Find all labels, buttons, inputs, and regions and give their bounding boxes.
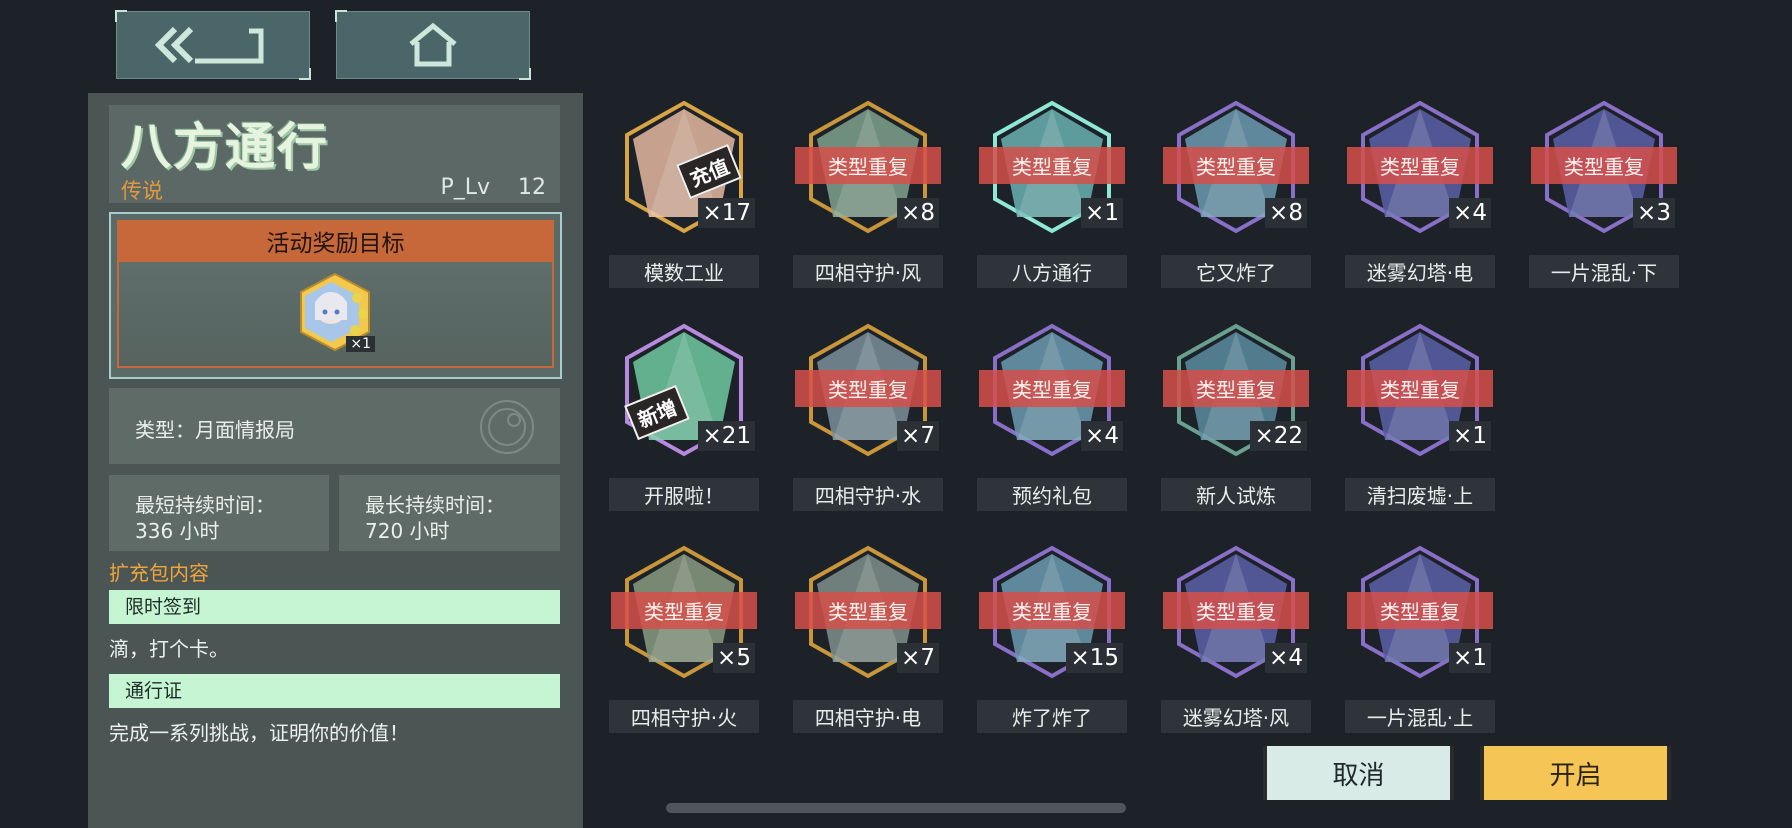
card-name: 迷雾幻塔·风 bbox=[1161, 700, 1311, 733]
content-desc: 滴，打个卡。 bbox=[109, 637, 229, 661]
plv-label: P_Lv bbox=[440, 175, 490, 200]
duplicate-type-banner: 类型重复 bbox=[979, 370, 1125, 407]
double-chevron-left-icon bbox=[154, 26, 264, 64]
pack-contents-title: 扩充包内容 bbox=[109, 561, 209, 585]
pack-card[interactable]: 一片混乱·下 ×3 类型重复 bbox=[1529, 95, 1679, 295]
card-name: 一片混乱·下 bbox=[1529, 255, 1679, 288]
duplicate-type-banner: 类型重复 bbox=[1347, 592, 1493, 629]
card-name: 迷雾幻塔·电 bbox=[1345, 255, 1495, 288]
duplicate-type-banner: 类型重复 bbox=[795, 592, 941, 629]
pack-card[interactable]: 迷雾幻塔·电 ×4 类型重复 bbox=[1345, 95, 1495, 295]
max-duration: 最长持续时间： 720 小时 bbox=[339, 475, 560, 551]
horizontal-scrollbar[interactable] bbox=[666, 803, 1126, 813]
card-count: ×7 bbox=[897, 421, 939, 451]
pack-card[interactable]: 清扫废墟·上 ×1 类型重复 bbox=[1345, 318, 1495, 518]
cancel-button[interactable]: 取消 bbox=[1263, 746, 1454, 800]
pack-card[interactable]: 一片混乱·上 ×1 类型重复 bbox=[1345, 540, 1495, 740]
pack-detail-panel: 八方通行 传说 P_Lv 12 活动奖励目标 ×1 类型：月面情报局 最短持续时… bbox=[88, 93, 583, 828]
pack-card[interactable]: 迷雾幻塔·风 ×4 类型重复 bbox=[1161, 540, 1311, 740]
reward-avatar[interactable]: ×1 bbox=[297, 272, 375, 352]
card-count: ×5 bbox=[713, 643, 755, 673]
pack-card[interactable]: 四相守护·风 ×8 类型重复 bbox=[793, 95, 943, 295]
duplicate-type-banner: 类型重复 bbox=[1347, 147, 1493, 184]
pack-card[interactable]: 预约礼包 ×4 类型重复 bbox=[977, 318, 1127, 518]
rarity-label: 传说 bbox=[121, 179, 163, 203]
card-count: ×1 bbox=[1449, 421, 1491, 451]
max-duration-value: 720 小时 bbox=[365, 519, 450, 543]
pack-card[interactable]: 四相守护·火 ×5 类型重复 bbox=[609, 540, 759, 740]
type-info: 类型：月面情报局 bbox=[109, 388, 560, 464]
card-count: ×21 bbox=[698, 421, 755, 451]
duplicate-type-banner: 类型重复 bbox=[611, 592, 757, 629]
type-label: 类型：月面情报局 bbox=[135, 418, 295, 442]
card-count: ×1 bbox=[1081, 198, 1123, 228]
min-duration: 最短持续时间： 336 小时 bbox=[109, 475, 329, 551]
card-count: ×7 bbox=[897, 643, 939, 673]
duplicate-type-banner: 类型重复 bbox=[1163, 147, 1309, 184]
content-tag: 通行证 bbox=[109, 674, 560, 708]
content-tag: 限时签到 bbox=[109, 590, 560, 624]
pack-card[interactable]: 新人试炼 ×22 类型重复 bbox=[1161, 318, 1311, 518]
plv-value: 12 bbox=[518, 175, 546, 200]
open-button[interactable]: 开启 bbox=[1480, 746, 1671, 800]
card-count: ×15 bbox=[1066, 643, 1123, 673]
card-name: 预约礼包 bbox=[977, 478, 1127, 511]
pack-card[interactable]: 模数工业 ×17 充值 bbox=[609, 95, 759, 295]
pack-card[interactable]: 四相守护·水 ×7 类型重复 bbox=[793, 318, 943, 518]
home-button[interactable] bbox=[335, 10, 531, 80]
pack-card[interactable]: 四相守护·电 ×7 类型重复 bbox=[793, 540, 943, 740]
card-count: ×8 bbox=[1265, 198, 1307, 228]
min-duration-label: 最短持续时间： bbox=[135, 493, 275, 517]
pack-card[interactable]: 八方通行 ×1 类型重复 bbox=[977, 95, 1127, 295]
home-icon bbox=[409, 22, 457, 67]
card-count: ×4 bbox=[1265, 643, 1307, 673]
duplicate-type-banner: 类型重复 bbox=[1347, 370, 1493, 407]
duplicate-type-banner: 类型重复 bbox=[979, 147, 1125, 184]
card-name: 一片混乱·上 bbox=[1345, 700, 1495, 733]
card-name: 四相守护·水 bbox=[793, 478, 943, 511]
card-count: ×4 bbox=[1449, 198, 1491, 228]
pack-level: P_Lv 12 bbox=[440, 175, 546, 200]
card-count: ×1 bbox=[1449, 643, 1491, 673]
card-name: 四相守护·风 bbox=[793, 255, 943, 288]
card-name: 四相守护·火 bbox=[609, 700, 759, 733]
pack-card[interactable]: 开服啦！ ×21 新增 bbox=[609, 318, 759, 518]
reward-target-box: 活动奖励目标 ×1 bbox=[109, 212, 562, 379]
min-duration-value: 336 小时 bbox=[135, 519, 220, 543]
card-count: ×17 bbox=[698, 198, 755, 228]
duplicate-type-banner: 类型重复 bbox=[1163, 592, 1309, 629]
card-name: 新人试炼 bbox=[1161, 478, 1311, 511]
card-name: 炸了炸了 bbox=[977, 700, 1127, 733]
duplicate-type-banner: 类型重复 bbox=[795, 370, 941, 407]
duplicate-type-banner: 类型重复 bbox=[1163, 370, 1309, 407]
duplicate-type-banner: 类型重复 bbox=[1531, 147, 1677, 184]
card-count: ×4 bbox=[1081, 421, 1123, 451]
card-count: ×8 bbox=[897, 198, 939, 228]
duplicate-type-banner: 类型重复 bbox=[795, 147, 941, 184]
pack-card[interactable]: 它又炸了 ×8 类型重复 bbox=[1161, 95, 1311, 295]
card-count: ×22 bbox=[1250, 421, 1307, 451]
lunar-bureau-emblem-icon bbox=[480, 400, 534, 454]
card-name: 八方通行 bbox=[977, 255, 1127, 288]
content-desc: 完成一系列挑战，证明你的价值！ bbox=[109, 721, 409, 745]
max-duration-label: 最长持续时间： bbox=[365, 493, 505, 517]
pack-title: 八方通行 bbox=[121, 118, 329, 176]
reward-target-header: 活动奖励目标 bbox=[117, 220, 554, 262]
reward-target-body: ×1 bbox=[117, 262, 554, 368]
card-name: 清扫废墟·上 bbox=[1345, 478, 1495, 511]
back-button[interactable] bbox=[115, 10, 311, 80]
card-name: 模数工业 bbox=[609, 255, 759, 288]
card-name: 它又炸了 bbox=[1161, 255, 1311, 288]
duplicate-type-banner: 类型重复 bbox=[979, 592, 1125, 629]
pack-title-box: 八方通行 传说 P_Lv 12 bbox=[109, 105, 560, 203]
card-name: 开服啦！ bbox=[609, 478, 759, 511]
card-count: ×3 bbox=[1633, 198, 1675, 228]
card-name: 四相守护·电 bbox=[793, 700, 943, 733]
pack-card[interactable]: 炸了炸了 ×15 类型重复 bbox=[977, 540, 1127, 740]
reward-count: ×1 bbox=[346, 336, 375, 352]
